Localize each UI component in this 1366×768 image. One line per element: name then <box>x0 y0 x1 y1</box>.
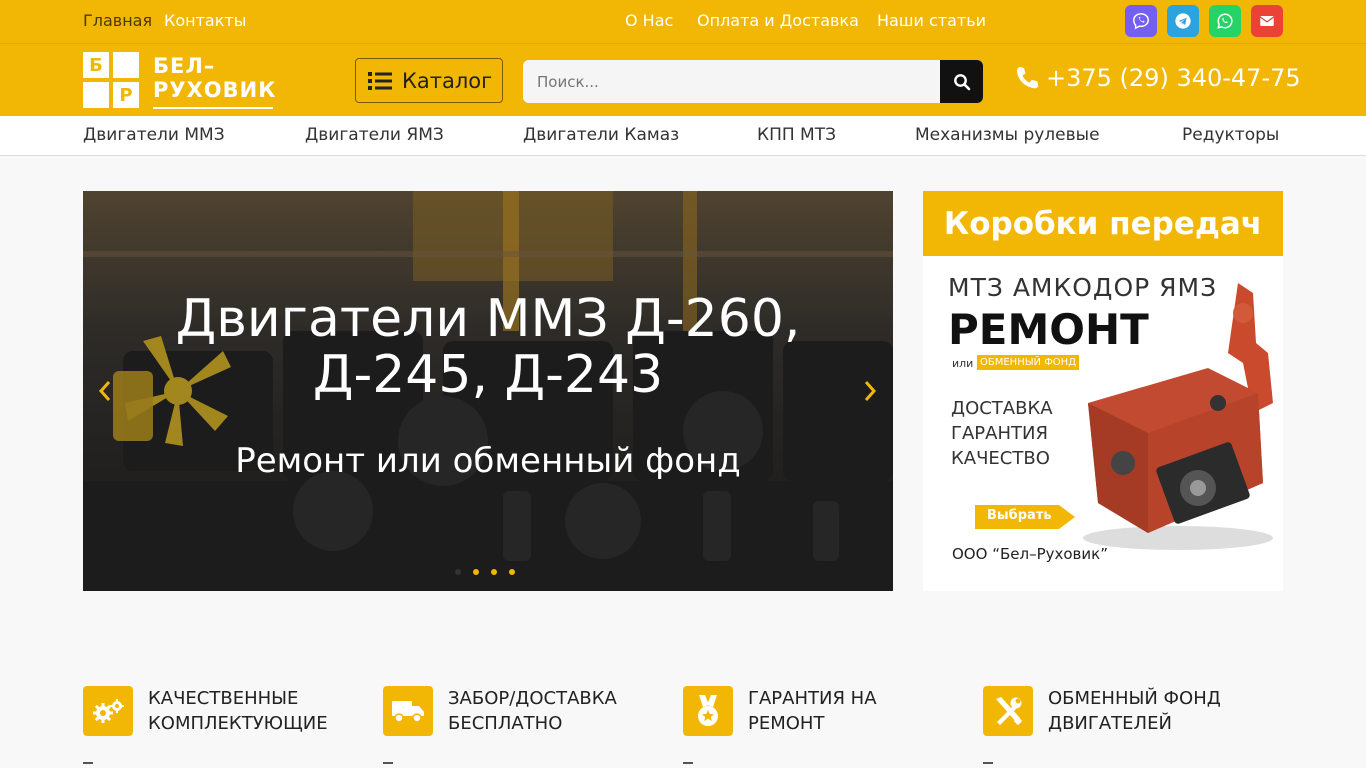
nav-item-steering[interactable]: Механизмы рулевые <box>915 125 1100 145</box>
banner-or: или <box>952 357 974 370</box>
feature-line: РЕМОНТ <box>748 713 825 734</box>
nav-item-mmz-engines[interactable]: Двигатели ММЗ <box>83 125 225 145</box>
feature-text: ГАРАНТИЯ НА РЕМОНТ <box>748 686 877 736</box>
list-icon <box>368 71 392 90</box>
catalog-label: Каталог <box>402 68 493 93</box>
logo-letter-b: Б <box>83 52 109 78</box>
banner-feature: ГАРАНТИЯ <box>951 423 1048 444</box>
hero-slider: Двигатели ММЗ Д-260, Д-245, Д-243 Ремонт… <box>83 191 893 591</box>
slider-prev-button[interactable] <box>93 377 117 405</box>
telegram-button[interactable] <box>1167 5 1199 37</box>
logo-square <box>83 82 109 108</box>
logo-name-line2: РУХОВИК <box>153 78 277 102</box>
whatsapp-button[interactable] <box>1209 5 1241 37</box>
banner-headline: РЕМОНТ <box>948 305 1149 354</box>
slider-title-line2: Д-245, Д-243 <box>312 345 664 405</box>
header: Б Р БЕЛ– РУХОВИК Каталог +375 (29) 340-4… <box>0 43 1366 116</box>
slider-pagination <box>455 569 515 575</box>
logo-underline <box>153 107 273 109</box>
slider-title-line1: Двигатели ММЗ Д-260, <box>175 289 801 349</box>
nav-link-contacts[interactable]: Контакты <box>164 11 246 30</box>
site-logo[interactable]: Б Р БЕЛ– РУХОВИК <box>83 52 276 110</box>
text-fragment <box>683 762 693 764</box>
text-fragment <box>383 762 393 764</box>
chevron-right-icon <box>864 381 877 401</box>
banner-company: ООО “Бел–Руховик” <box>952 545 1108 563</box>
banner-feature: ДОСТАВКА <box>951 398 1053 419</box>
text-fragment <box>983 762 993 764</box>
slider-dot[interactable] <box>509 569 515 575</box>
chevron-left-icon <box>98 381 111 401</box>
feature-line: КАЧЕСТВЕННЫЕ <box>148 688 299 709</box>
nav-link-about[interactable]: О Нас <box>625 11 673 30</box>
feature-line: ЗАБОР/ДОСТАВКА <box>448 688 617 709</box>
top-bar: Главная Контакты О Нас Оплата и Доставка… <box>0 0 1366 43</box>
slider-subtitle: Ремонт или обменный фонд <box>235 441 741 481</box>
slider-next-button[interactable] <box>858 377 882 405</box>
nav-item-yamz-engines[interactable]: Двигатели ЯМЗ <box>305 125 444 145</box>
logo-name-line1: БЕЛ– <box>153 54 216 78</box>
nav-link-articles[interactable]: Наши статьи <box>877 11 986 30</box>
slider-dot[interactable] <box>491 569 497 575</box>
feature-line: КОМПЛЕКТУЮЩИЕ <box>148 713 328 734</box>
whatsapp-icon <box>1217 13 1233 29</box>
medal-icon <box>683 686 733 736</box>
feature-line: БЕСПЛАТНО <box>448 713 563 734</box>
search-input[interactable] <box>523 60 940 103</box>
search-bar <box>523 60 983 103</box>
phone-link[interactable]: +375 (29) 340-47-75 <box>1014 64 1301 92</box>
gearbox-banner[interactable]: Коробки передач МТЗ АМКОДОР ЯМЗ РЕМОНТ и… <box>923 191 1283 591</box>
choose-button-label: Выбрать <box>987 508 1052 523</box>
slider-dot[interactable] <box>473 569 479 575</box>
nav-item-kamaz-engines[interactable]: Двигатели Камаз <box>523 125 679 145</box>
banner-title: Коробки передач <box>943 205 1263 242</box>
slider-title: Двигатели ММЗ Д-260, Д-245, Д-243 <box>83 291 893 403</box>
phone-number: +375 (29) 340-47-75 <box>1046 64 1301 92</box>
viber-icon <box>1133 13 1149 30</box>
banner-header: Коробки передач <box>923 191 1283 256</box>
envelope-icon <box>1259 16 1275 26</box>
feature-text: ЗАБОР/ДОСТАВКА БЕСПЛАТНО <box>448 686 617 736</box>
logo-text: БЕЛ– РУХОВИК <box>153 54 276 102</box>
search-icon <box>953 73 970 90</box>
gears-icon <box>83 686 133 736</box>
tools-icon <box>983 686 1033 736</box>
banner-brands: МТЗ АМКОДОР ЯМЗ <box>948 273 1218 302</box>
slider-dot[interactable] <box>455 569 461 575</box>
nav-item-reducers[interactable]: Редукторы <box>1182 125 1279 145</box>
feature-line: ОБМЕННЫЙ ФОНД <box>1048 688 1221 709</box>
feature-line: ДВИГАТЕЛЕЙ <box>1048 713 1172 734</box>
logo-square <box>113 52 139 78</box>
search-button[interactable] <box>940 60 983 103</box>
truck-icon <box>383 686 433 736</box>
text-fragment <box>83 762 93 764</box>
nav-item-mtz-gearbox[interactable]: КПП МТЗ <box>757 125 836 145</box>
feature-line: ГАРАНТИЯ НА <box>748 688 877 709</box>
category-nav: Двигатели ММЗ Двигатели ЯМЗ Двигатели Ка… <box>0 116 1366 156</box>
nav-link-home[interactable]: Главная <box>83 11 152 30</box>
feature-text: ОБМЕННЫЙ ФОНД ДВИГАТЕЛЕЙ <box>1048 686 1221 736</box>
choose-button[interactable]: Выбрать <box>975 505 1075 529</box>
viber-button[interactable] <box>1125 5 1157 37</box>
nav-link-payment-delivery[interactable]: Оплата и Доставка <box>697 11 859 30</box>
phone-icon <box>1016 67 1039 89</box>
feature-text: КАЧЕСТВЕННЫЕ КОМПЛЕКТУЮЩИЕ <box>148 686 328 736</box>
catalog-button[interactable]: Каталог <box>355 58 503 103</box>
email-button[interactable] <box>1251 5 1283 37</box>
banner-feature: КАЧЕСТВО <box>951 448 1050 469</box>
banner-fund-badge: ОБМЕННЫЙ ФОНД <box>977 355 1080 370</box>
telegram-icon <box>1175 13 1191 29</box>
logo-letter-r: Р <box>113 82 139 108</box>
